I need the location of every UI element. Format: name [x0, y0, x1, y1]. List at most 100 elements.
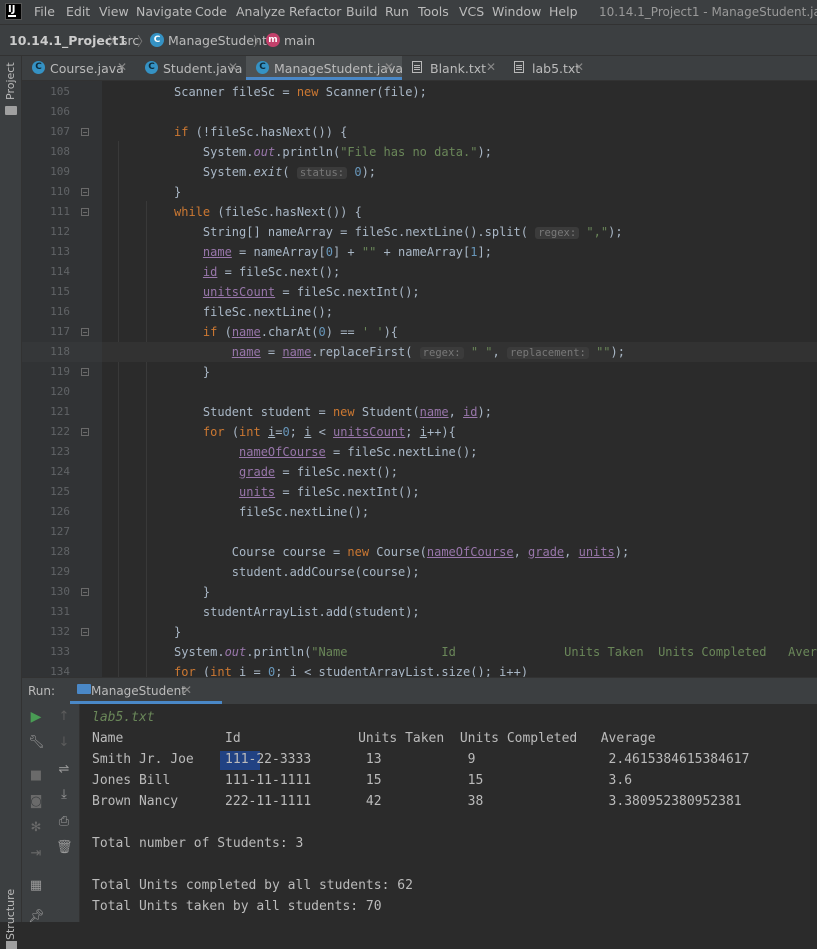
tab-blank-txt[interactable]: Blank.txt ✕	[402, 56, 504, 80]
close-icon[interactable]: ✕	[228, 60, 238, 74]
tab-managestudent-java[interactable]: C ManageStudent.java ✕	[246, 56, 403, 80]
fold-marker-icon[interactable]	[81, 428, 89, 436]
code-text: String[] nameArray = fileSc.nextLine().s…	[174, 225, 623, 239]
fold-marker-icon[interactable]	[81, 128, 89, 136]
fold-marker-icon[interactable]	[81, 208, 89, 216]
rerun-icon[interactable]: ▶	[28, 709, 44, 725]
console-output-line: Smith Jr. Joe 111-22-3333 13 9 2.4615384…	[92, 752, 750, 767]
class-icon: C	[150, 33, 164, 47]
line-number: 113	[50, 245, 70, 258]
menu-tools[interactable]: Tools	[418, 4, 449, 19]
stop-icon[interactable]: ■	[28, 768, 44, 783]
code-line: 131 studentArrayList.add(student);	[22, 602, 817, 622]
arrow-down-icon[interactable]: ↓	[56, 735, 72, 750]
menu-refactor[interactable]: Refactor	[289, 4, 341, 19]
code-line: 123 nameOfCourse = fileSc.nextLine();	[22, 442, 817, 462]
code-text: }	[174, 185, 182, 199]
exit-icon[interactable]: ⇥	[28, 846, 44, 861]
soft-wrap-icon[interactable]: ⇌	[56, 762, 72, 777]
line-number: 132	[50, 625, 70, 638]
line-number: 119	[50, 365, 70, 378]
breadcrumb: 10.14.1_Project1 〉 src 〉 C ManageStudent…	[0, 24, 817, 56]
tab-lab5-txt[interactable]: lab5.txt ✕	[504, 56, 592, 80]
code-line: 133 System.out.println("Name Id Units Tak…	[22, 642, 817, 662]
fold-marker-icon[interactable]	[81, 368, 89, 376]
menu-file[interactable]: File	[34, 4, 55, 19]
fold-marker-icon[interactable]	[81, 588, 89, 596]
code-line: 129 student.addCourse(course);	[22, 562, 817, 582]
run-toolbar-primary: ▶ 🔧︎ ■ ◙ ✻ ⇥ ▦ 📌︎	[22, 704, 50, 924]
chevron-right-icon: 〉	[108, 35, 122, 50]
menu-code[interactable]: Code	[195, 4, 227, 19]
code-text: units = fileSc.nextInt();	[239, 485, 420, 499]
code-line: 132}	[22, 622, 817, 642]
tab-label: Course.java	[50, 61, 124, 76]
code-line: 130 }	[22, 582, 817, 602]
menu-navigate[interactable]: Navigate	[136, 4, 192, 19]
tab-student-java[interactable]: C Student.java ✕	[135, 56, 246, 80]
menu-edit[interactable]: Edit	[66, 4, 90, 19]
code-line: 118 name = name.replaceFirst( regex: " "…	[22, 342, 817, 362]
code-text: for (int i=0; i < unitsCount; i++){	[202, 425, 456, 439]
code-line: 116 fileSc.nextLine();	[22, 302, 817, 322]
menu-vcs[interactable]: VCS	[459, 4, 484, 19]
project-tool-button[interactable]: Project	[4, 62, 17, 100]
code-text: Course course = new Course(nameOfCourse,…	[174, 545, 630, 559]
run-tab-managestudent[interactable]: ManageStudent ✕	[70, 678, 222, 704]
line-number: 130	[50, 585, 70, 598]
code-line: 120	[22, 382, 817, 402]
line-number: 134	[50, 665, 70, 677]
code-text: if (!fileSc.hasNext()) {	[174, 125, 348, 139]
close-icon[interactable]: ✕	[182, 683, 192, 697]
code-text: name = name.replaceFirst( regex: " ", re…	[231, 345, 625, 359]
intellij-logo-icon[interactable]: IJ	[5, 3, 22, 20]
close-icon[interactable]: ✕	[574, 60, 584, 74]
tab-label: lab5.txt	[532, 61, 581, 76]
fold-marker-icon[interactable]	[81, 628, 89, 636]
code-editor[interactable]: 105 Scanner fileSc = new Scanner(file); 10…	[22, 81, 817, 677]
chevron-right-icon: 〉	[137, 35, 151, 50]
code-line: 124 grade = fileSc.next();	[22, 462, 817, 482]
console-output[interactable]: lab5.txt Name Id Units Taken Units Comple…	[80, 704, 817, 922]
structure-icon[interactable]	[6, 941, 17, 949]
folder-icon[interactable]	[5, 106, 17, 115]
scroll-to-end-icon[interactable]: ⤓	[56, 787, 72, 802]
console-output-line: Brown Nancy 222-11-1111 42 38 3.38095238…	[92, 794, 742, 809]
debug-icon[interactable]: ✻	[28, 820, 44, 835]
tab-label: Blank.txt	[430, 61, 487, 76]
menu-build[interactable]: Build	[346, 4, 377, 19]
code-text: grade = fileSc.next();	[239, 465, 398, 479]
console-output-line: Total Units completed by all students: 6…	[92, 878, 413, 893]
line-number: 121	[50, 405, 70, 418]
code-text: System.out.println("File has no data.");	[174, 145, 492, 159]
layout-icon[interactable]: ▦	[28, 878, 44, 893]
breadcrumb-method[interactable]: main	[284, 33, 315, 48]
close-icon[interactable]: ✕	[486, 60, 496, 74]
print-icon[interactable]: ⎙	[56, 814, 72, 829]
code-text: Scanner fileSc = new Scanner(file);	[174, 85, 427, 99]
line-number: 127	[50, 525, 70, 538]
menu-run[interactable]: Run	[385, 4, 409, 19]
menu-help[interactable]: Help	[549, 4, 578, 19]
logo-text: IJ	[8, 4, 16, 15]
trash-icon[interactable]: 🗑︎	[56, 840, 73, 855]
wrench-icon[interactable]: 🔧︎	[28, 735, 45, 750]
line-number: 117	[50, 325, 70, 338]
line-number: 115	[50, 285, 70, 298]
tab-course-java[interactable]: C Course.java ✕	[22, 56, 135, 80]
fold-marker-icon[interactable]	[81, 188, 89, 196]
menu-analyze[interactable]: Analyze	[236, 4, 285, 19]
code-line: 134 for (int i = 0; i < studentArrayList.…	[22, 662, 817, 677]
code-line: 113 name = nameArray[0] + "" + nameArray…	[22, 242, 817, 262]
structure-tool-button[interactable]: Structure	[4, 889, 17, 940]
camera-icon[interactable]: ◙	[28, 794, 44, 809]
line-number: 125	[50, 485, 70, 498]
close-icon[interactable]: ✕	[117, 60, 127, 74]
menu-window[interactable]: Window	[492, 4, 541, 19]
code-text: nameOfCourse = fileSc.nextLine();	[239, 445, 478, 459]
code-text: System.out.println("Name Id Units Taken …	[174, 645, 817, 659]
close-icon[interactable]: ✕	[384, 60, 394, 74]
arrow-up-icon[interactable]: ↑	[56, 709, 72, 724]
fold-marker-icon[interactable]	[81, 328, 89, 336]
menu-view[interactable]: View	[99, 4, 129, 19]
